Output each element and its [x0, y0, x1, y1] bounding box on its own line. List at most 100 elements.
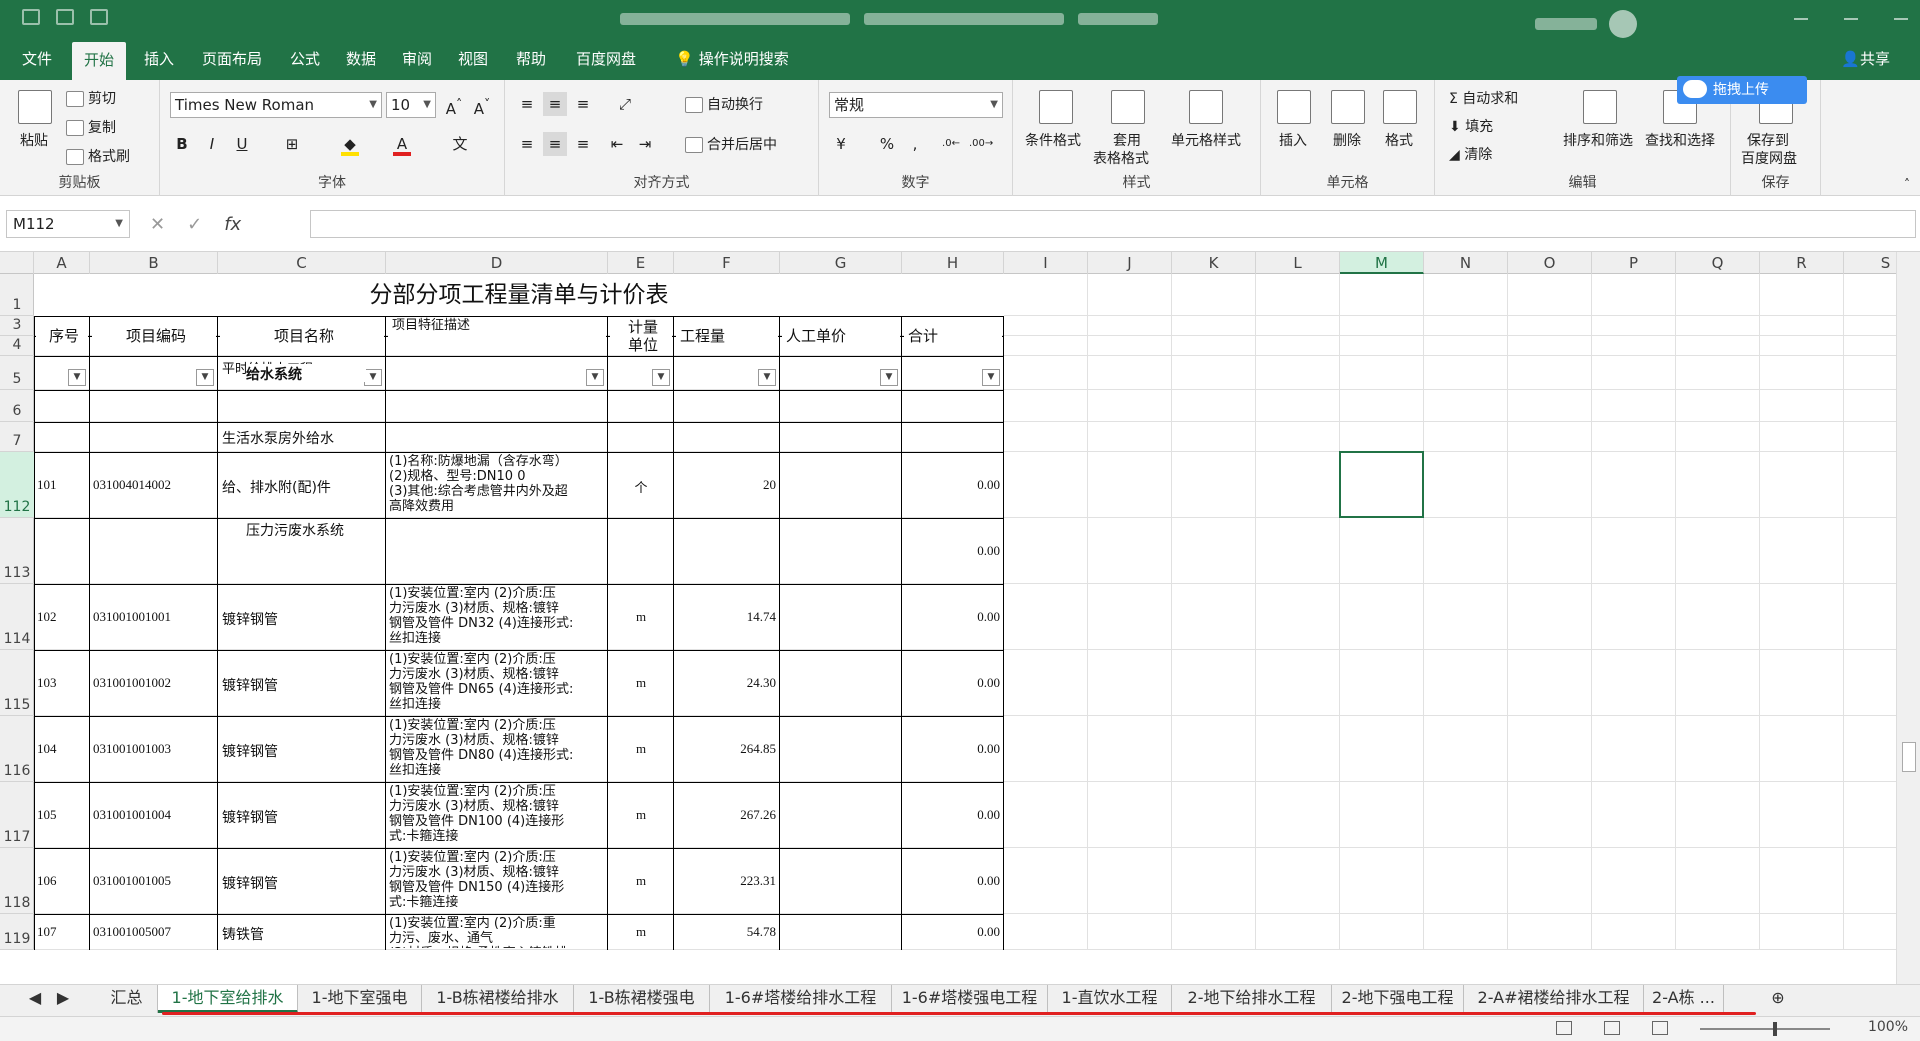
- cell-qty[interactable]: 54.78: [674, 924, 776, 942]
- conditional-format-icon[interactable]: [1039, 90, 1073, 124]
- align-right-icon[interactable]: ≡: [571, 132, 595, 156]
- sheet-tab[interactable]: 2-地下给排水工程: [1172, 985, 1332, 1013]
- row-header-118[interactable]: 118: [0, 848, 34, 914]
- phonetic-icon[interactable]: 文: [448, 132, 472, 156]
- row-header-4[interactable]: 4: [0, 336, 34, 356]
- cell-styles-icon[interactable]: [1189, 90, 1223, 124]
- row-header-6[interactable]: 6: [0, 390, 34, 422]
- cut-button[interactable]: 剪切: [66, 88, 116, 108]
- column-header-c[interactable]: C: [218, 252, 386, 274]
- select-all-corner[interactable]: [0, 252, 34, 274]
- cell-seq[interactable]: 105: [37, 807, 87, 825]
- sheet-tab[interactable]: 1-地下室强电: [298, 985, 422, 1013]
- cell-seq[interactable]: [37, 543, 87, 561]
- cell-name[interactable]: 镀锌钢管: [222, 873, 382, 891]
- insert-cells-button[interactable]: 插入: [1279, 130, 1307, 150]
- cell-unit[interactable]: m: [608, 675, 674, 693]
- window-controls[interactable]: [1794, 6, 1908, 20]
- cell-unit[interactable]: 个: [608, 477, 674, 495]
- row-header-3[interactable]: 3: [0, 316, 34, 336]
- row-header-7[interactable]: 7: [0, 422, 34, 452]
- selected-cell[interactable]: [1339, 451, 1424, 518]
- table-format-icon[interactable]: [1111, 90, 1145, 124]
- share-button[interactable]: 👤共享: [1841, 38, 1890, 80]
- increase-indent-icon[interactable]: ⇥: [633, 132, 657, 156]
- column-header-k[interactable]: K: [1172, 252, 1256, 274]
- cell-code[interactable]: [93, 543, 215, 561]
- format-cells-icon[interactable]: [1383, 90, 1417, 124]
- cell-qty[interactable]: 24.30: [674, 675, 776, 693]
- align-top-icon[interactable]: ≡: [515, 92, 539, 116]
- baidu-upload-widget[interactable]: 拖拽上传: [1677, 76, 1807, 104]
- save-baidu-label2[interactable]: 百度网盘: [1741, 148, 1797, 168]
- column-header-l[interactable]: L: [1256, 252, 1340, 274]
- font-name-select[interactable]: Times New Roman ▼: [170, 92, 382, 118]
- cell-desc[interactable]: (1)安装位置:室内 (2)介质:压 力污废水 (3)材质、规格:镀锌 钢管及管件 …: [389, 586, 605, 648]
- cell-unit[interactable]: m: [608, 924, 674, 942]
- filter-dropdown-icon[interactable]: ▼: [880, 369, 898, 386]
- sheet-tab[interactable]: 1-6#塔楼给排水工程: [710, 985, 892, 1013]
- filter-dropdown-icon[interactable]: ▼: [652, 369, 670, 386]
- align-middle-icon[interactable]: ≡: [543, 92, 567, 116]
- sheet-tab[interactable]: 1-6#塔楼强电工程: [892, 985, 1048, 1013]
- cell-name[interactable]: 镀锌钢管: [222, 807, 382, 825]
- undo-icon[interactable]: [56, 9, 74, 25]
- table-format-label2[interactable]: 表格格式: [1093, 148, 1149, 168]
- sort-filter-icon[interactable]: [1583, 90, 1617, 124]
- cell-total[interactable]: 0.00: [902, 675, 1000, 693]
- quick-access-toolbar[interactable]: [22, 9, 108, 25]
- sheet-tab[interactable]: 2-A#裙楼给排水工程: [1464, 985, 1644, 1013]
- number-format-select[interactable]: 常规 ▼: [829, 92, 1003, 118]
- filter-dropdown-icon[interactable]: ▼: [586, 369, 604, 386]
- cell-seq[interactable]: 107: [37, 924, 87, 942]
- cell-seq[interactable]: 102: [37, 609, 87, 627]
- cell-desc[interactable]: (1)安装位置:室内 (2)介质:压 力污废水 (3)材质、规格:镀锌 钢管及管件 …: [389, 784, 605, 846]
- conditional-format-button[interactable]: 条件格式: [1025, 130, 1081, 150]
- cell-seq[interactable]: 106: [37, 873, 87, 891]
- bold-button[interactable]: B: [170, 132, 194, 156]
- row-header-119[interactable]: 119: [0, 914, 34, 950]
- ribbon-display-icon[interactable]: [1794, 6, 1808, 20]
- filter-dropdown-icon[interactable]: ▼: [68, 369, 86, 386]
- cancel-icon[interactable]: ✕: [150, 214, 165, 235]
- cell-name[interactable]: 给、排水附(配)件: [222, 477, 382, 495]
- enter-icon[interactable]: ✓: [187, 214, 202, 235]
- cell-seq[interactable]: 101: [37, 477, 87, 495]
- cell-qty[interactable]: 14.74: [674, 609, 776, 627]
- sheet-tab[interactable]: 2-A栋 ...: [1644, 985, 1724, 1013]
- column-header-m[interactable]: M: [1340, 252, 1424, 274]
- row-header-5[interactable]: 5: [0, 356, 34, 390]
- zoom-knob[interactable]: [1773, 1022, 1777, 1036]
- cell-name[interactable]: [222, 543, 382, 561]
- cell-qty[interactable]: [674, 543, 776, 561]
- cell-total[interactable]: 0.00: [902, 924, 1000, 942]
- decrease-indent-icon[interactable]: ⇤: [605, 132, 629, 156]
- zoom-slider[interactable]: [1700, 1028, 1830, 1030]
- tab-review[interactable]: 审阅: [392, 38, 442, 80]
- shrink-font-icon[interactable]: A˅: [470, 92, 494, 118]
- cell-name[interactable]: 镀锌钢管: [222, 741, 382, 759]
- table-format-button[interactable]: 套用: [1113, 130, 1141, 150]
- align-bottom-icon[interactable]: ≡: [571, 92, 595, 116]
- maximize-icon[interactable]: [1894, 6, 1908, 20]
- column-header-d[interactable]: D: [386, 252, 608, 274]
- currency-icon[interactable]: ¥: [829, 132, 853, 156]
- paste-icon[interactable]: [18, 90, 52, 124]
- save-icon[interactable]: [22, 9, 40, 25]
- cell-code[interactable]: 031004014002: [93, 477, 215, 495]
- tab-page-layout[interactable]: 页面布局: [192, 38, 272, 80]
- tab-home[interactable]: 开始: [72, 42, 126, 80]
- column-header-o[interactable]: O: [1508, 252, 1592, 274]
- tab-help[interactable]: 帮助: [506, 38, 556, 80]
- zoom-level[interactable]: 100%: [1868, 1019, 1908, 1035]
- cell-code[interactable]: 031001001002: [93, 675, 215, 693]
- row-header-116[interactable]: 116: [0, 716, 34, 782]
- cell-name[interactable]: 镀锌钢管: [222, 609, 382, 627]
- row-header-113[interactable]: 113: [0, 518, 34, 584]
- cell-code[interactable]: 031001005007: [93, 924, 215, 942]
- merge-center-button[interactable]: 合并后居中: [685, 134, 777, 154]
- tab-formulas[interactable]: 公式: [280, 38, 330, 80]
- cell-total[interactable]: 0.00: [902, 477, 1000, 495]
- page-break-icon[interactable]: [1652, 1021, 1668, 1035]
- font-color-button[interactable]: A: [390, 132, 414, 156]
